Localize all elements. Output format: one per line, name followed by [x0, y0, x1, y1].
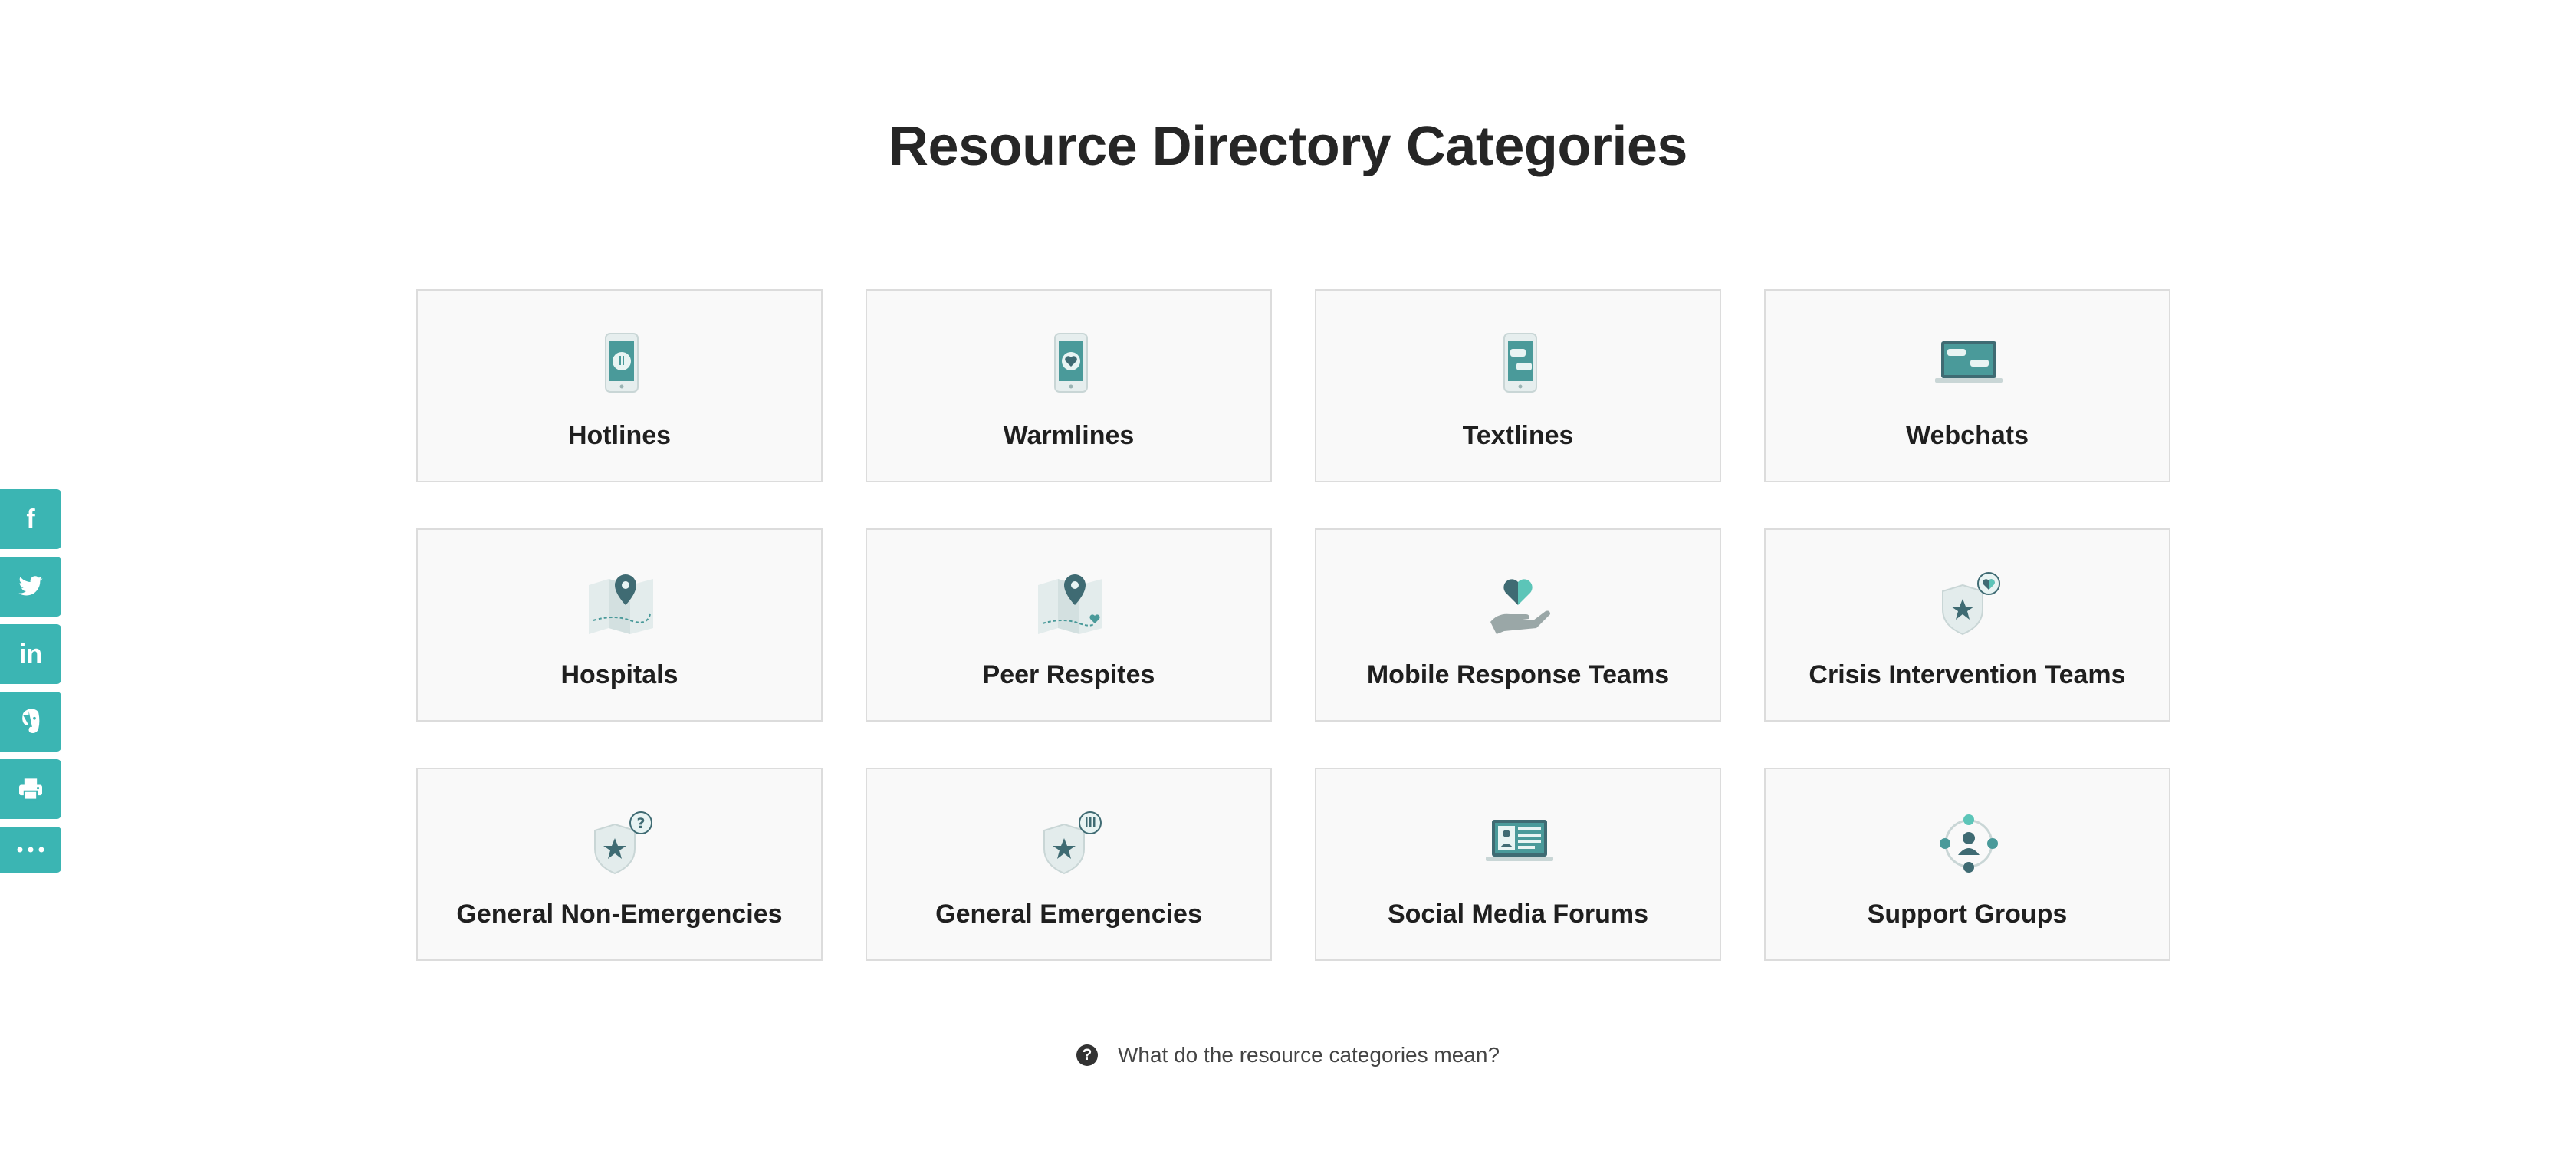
category-label: Warmlines: [1003, 421, 1135, 450]
category-label: Support Groups: [1867, 900, 2068, 929]
category-card-support-groups[interactable]: Support Groups: [1764, 768, 2170, 961]
linkedin-icon: in: [18, 639, 43, 669]
category-card-webchats[interactable]: Webchats: [1764, 289, 2170, 482]
category-label: Mobile Response Teams: [1366, 660, 1670, 689]
facebook-icon: f: [26, 504, 35, 534]
category-card-textlines[interactable]: Textlines: [1315, 289, 1721, 482]
more-share-button[interactable]: [0, 827, 61, 873]
twitter-icon: [18, 575, 44, 598]
page-title: Resource Directory Categories: [889, 116, 1687, 177]
category-card-hospitals[interactable]: Hospitals: [416, 528, 823, 722]
category-label: Textlines: [1462, 421, 1574, 450]
more-icon: [15, 846, 46, 853]
twitter-share-button[interactable]: [0, 557, 61, 617]
shield-question-icon: ?: [583, 809, 659, 878]
laptop-profile-icon: [1481, 809, 1558, 878]
print-button[interactable]: [0, 759, 61, 819]
category-label: Hospitals: [560, 660, 678, 689]
evernote-icon: [19, 709, 42, 735]
phone-alert-icon: [583, 331, 659, 400]
category-label: Webchats: [1906, 421, 2029, 450]
category-card-general-emergencies[interactable]: General Emergencies: [866, 768, 1272, 961]
laptop-chat-icon: [1930, 331, 2007, 400]
print-icon: [18, 778, 44, 801]
category-label: Peer Respites: [982, 660, 1155, 689]
category-label: General Emergencies: [935, 900, 1202, 929]
hand-heart-icon: [1481, 570, 1558, 639]
category-card-warmlines[interactable]: Warmlines: [866, 289, 1272, 482]
category-grid: Hotlines Warmlines Textlines Webchats Ho…: [416, 289, 2172, 961]
categories-help-link[interactable]: ? What do the resource categories mean?: [0, 1043, 2576, 1067]
map-pin-heart-icon: [1032, 570, 1109, 639]
facebook-share-button[interactable]: f: [0, 489, 61, 549]
category-label: Crisis Intervention Teams: [1809, 660, 2126, 689]
phone-chat-icon: [1481, 331, 1558, 400]
shield-alert-icon: [1032, 809, 1109, 878]
svg-text:?: ?: [636, 815, 645, 832]
help-link-text: What do the resource categories mean?: [1117, 1043, 1500, 1067]
category-label: Social Media Forums: [1387, 900, 1649, 929]
phone-heart-icon: [1032, 331, 1109, 400]
category-label: General Non-Emergencies: [456, 900, 783, 929]
category-label: Hotlines: [567, 421, 672, 450]
category-card-hotlines[interactable]: Hotlines: [416, 289, 823, 482]
linkedin-share-button[interactable]: in: [0, 624, 61, 684]
share-bar: f in: [0, 489, 61, 880]
evernote-share-button[interactable]: [0, 692, 61, 752]
category-card-peer-respites[interactable]: Peer Respites: [866, 528, 1272, 722]
shield-heart-icon: [1930, 570, 2007, 639]
map-pin-icon: [583, 570, 659, 639]
category-card-mobile-response-teams[interactable]: Mobile Response Teams: [1315, 528, 1721, 722]
question-circle-icon: ?: [1076, 1044, 1098, 1066]
category-card-crisis-intervention-teams[interactable]: Crisis Intervention Teams: [1764, 528, 2170, 722]
category-card-general-non-emergencies[interactable]: ? General Non-Emergencies: [416, 768, 823, 961]
people-network-icon: [1930, 809, 2007, 878]
category-card-social-media-forums[interactable]: Social Media Forums: [1315, 768, 1721, 961]
